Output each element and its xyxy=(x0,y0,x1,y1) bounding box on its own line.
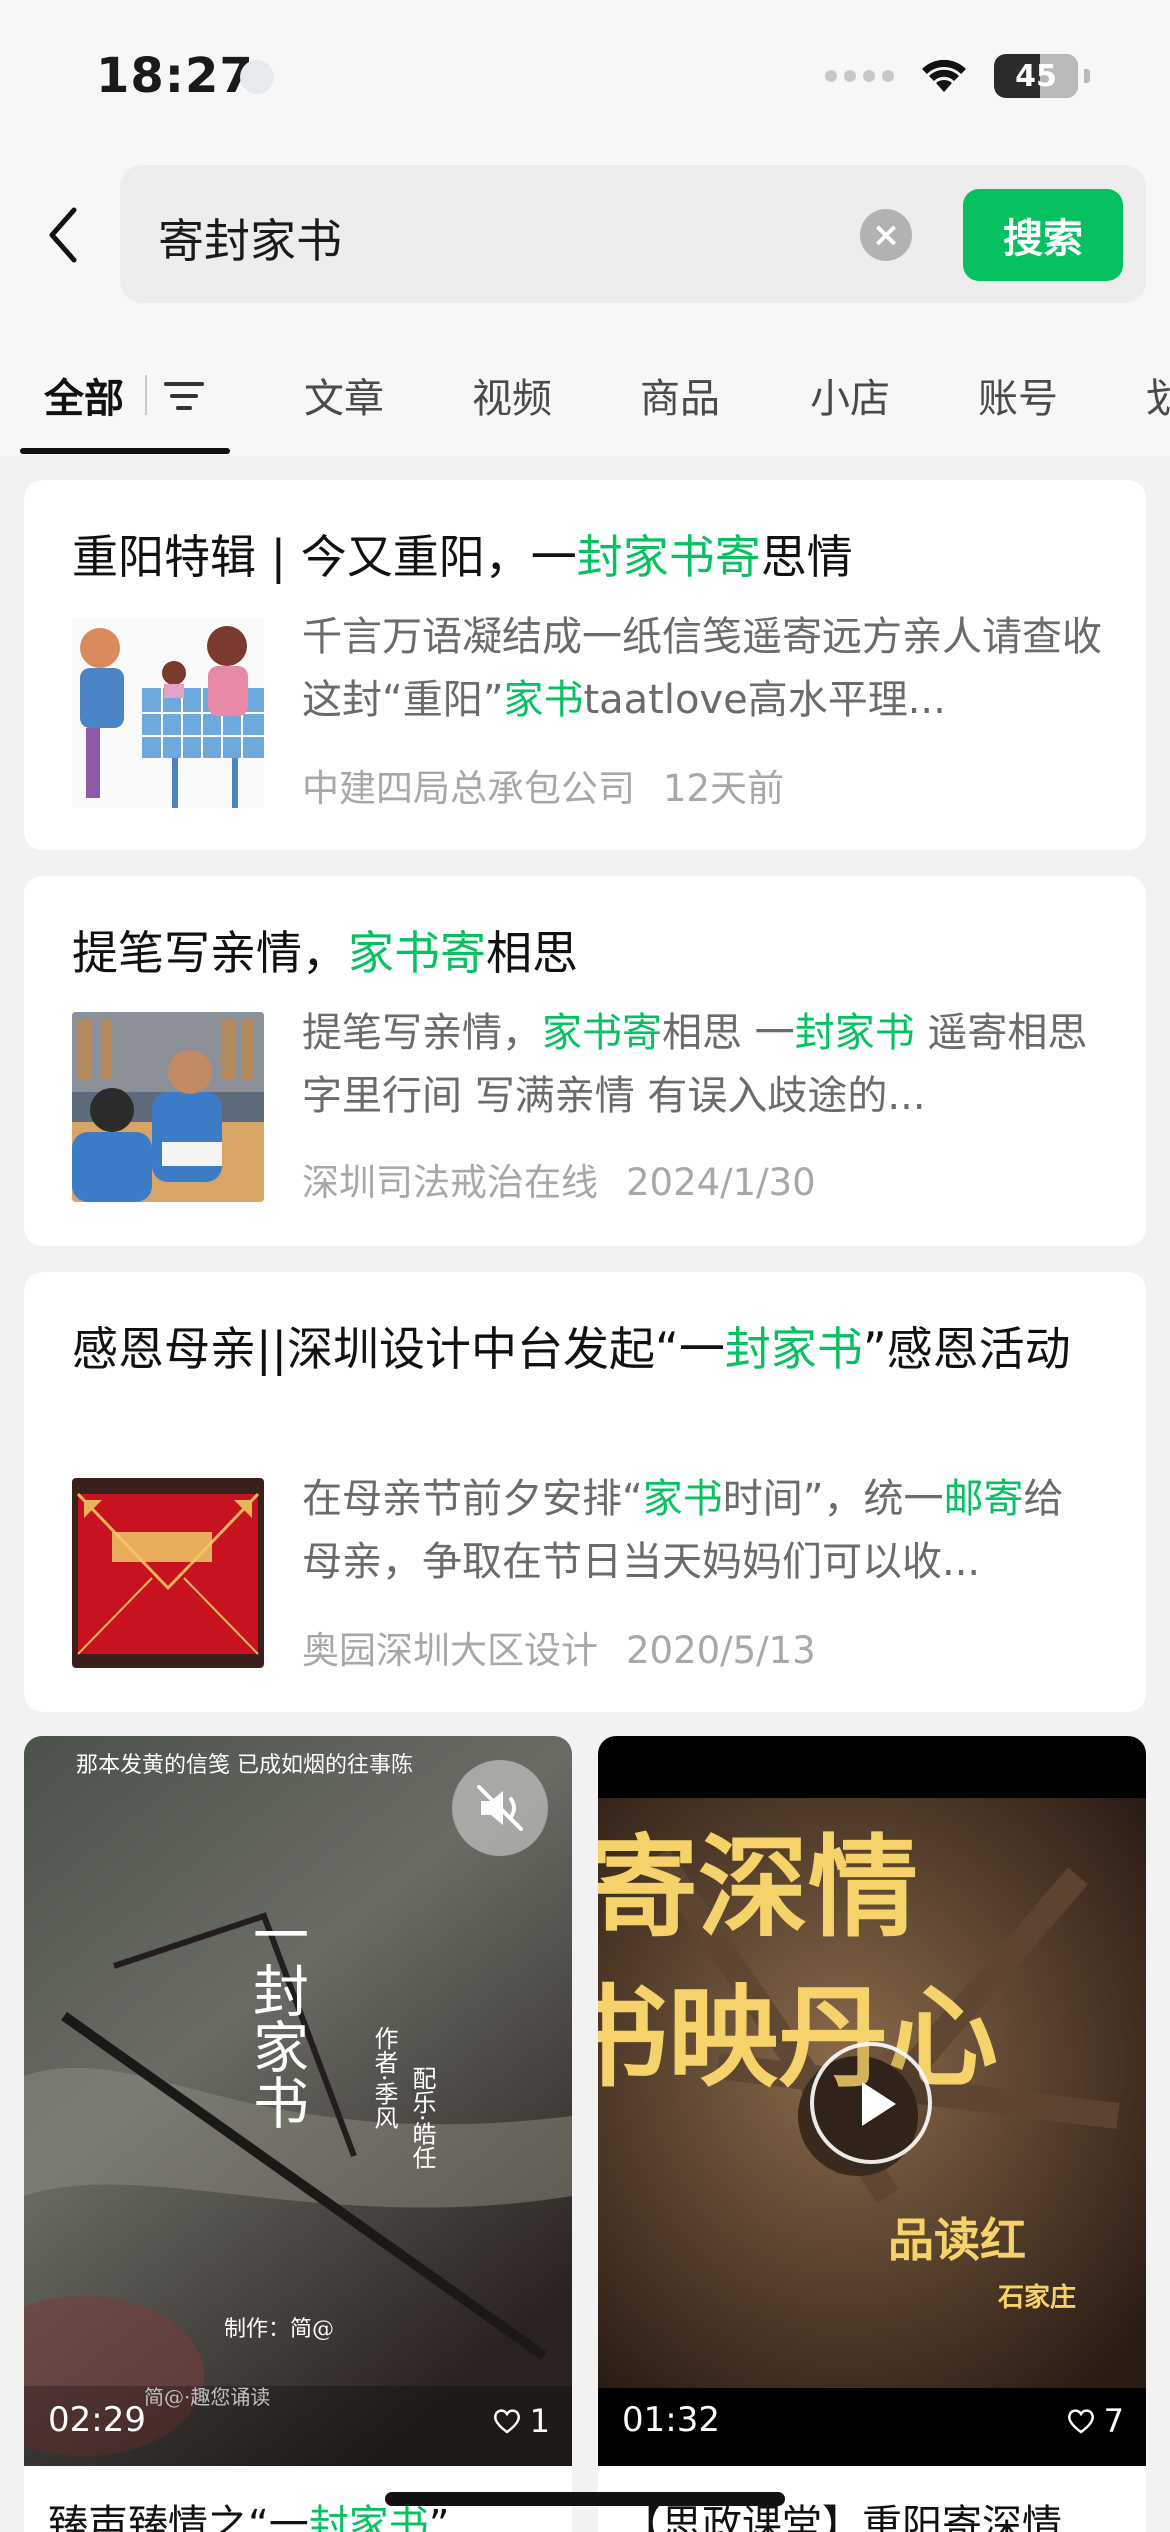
keyword-highlight: 封家书 xyxy=(794,1010,915,1056)
text-segment: 提笔写亲情， xyxy=(72,926,348,980)
text-segment: 提笔写亲情， xyxy=(302,1010,542,1056)
category-tabs: 全部 文章 视频 商品 小店 账号 划 xyxy=(0,340,1170,456)
video-overlay-title: 一封家书 xyxy=(244,1906,309,2130)
battery-icon: 45 xyxy=(994,54,1078,98)
text-segment: taatlove高水平理... xyxy=(583,677,946,723)
video-caption-highlight: 封家书 xyxy=(308,2502,429,2532)
tab-all[interactable]: 全部 xyxy=(44,366,124,424)
status-icons: 45 xyxy=(825,54,1090,98)
article-summary: 在母亲节前夕安排“家书时间”，统一邮寄给母亲，争取在节日当天妈妈们可以收... xyxy=(302,1468,1102,1594)
article-summary: 提笔写亲情，家书寄相思 一封家书 遥寄相思 字里行间 写满亲情 有误入歧途的..… xyxy=(302,1002,1102,1128)
tab-divider xyxy=(145,375,147,415)
video-duration: 01:32 xyxy=(622,2400,720,2440)
text-segment: 思情 xyxy=(760,530,853,584)
video-duration: 02:29 xyxy=(48,2400,146,2440)
wifi-icon xyxy=(922,59,966,92)
article-thumbnail xyxy=(72,618,264,808)
back-arrow-icon[interactable] xyxy=(40,200,90,270)
text-segment: 感恩母亲||深圳设计中台发起“一 xyxy=(72,1322,725,1376)
text-segment: 时间”，统一 xyxy=(722,1476,944,1522)
video-overlay-title: 寄深情 xyxy=(598,1823,918,1952)
article-date: 2020/5/13 xyxy=(626,1629,816,1672)
video-like-count: 7 xyxy=(1103,2402,1124,2440)
location-icon xyxy=(240,60,274,94)
article-source: 深圳司法戒治在线 xyxy=(302,1161,598,1204)
article-source: 奥园深圳大区设计 xyxy=(302,1629,598,1672)
article-date: 12天前 xyxy=(663,767,785,810)
video-caption-post: ” xyxy=(428,2502,450,2532)
video-overlay-title: 书映丹心 xyxy=(598,1973,998,2102)
keyword-highlight: 封家书 xyxy=(724,1322,863,1376)
keyword-highlight: 封家书寄 xyxy=(576,530,761,584)
play-icon[interactable] xyxy=(810,2042,932,2164)
filter-icon[interactable] xyxy=(162,374,206,418)
tab-shops[interactable]: 小店 xyxy=(810,366,890,424)
video-likes: 1 xyxy=(492,2402,550,2440)
text-segment: 在母亲节前夕安排“ xyxy=(302,1476,643,1522)
keyword-highlight: 家书寄 xyxy=(542,1010,662,1056)
heart-icon xyxy=(493,2409,520,2434)
article-date: 2024/1/30 xyxy=(626,1161,816,1204)
article-meta: 深圳司法戒治在线 2024/1/30 xyxy=(302,1152,816,1206)
tab-videos[interactable]: 视频 xyxy=(472,366,552,424)
article-title: 重阳特辑 | 今又重阳，一封家书寄思情 xyxy=(72,522,1112,592)
article-thumbnail xyxy=(72,1478,264,1668)
text-segment: 相思 xyxy=(486,926,578,980)
search-input[interactable]: 寄封家书 xyxy=(158,205,342,271)
video-overlay-credit: 作者·季风 xyxy=(370,2026,398,2130)
video-overlay-credit: 制作：简@ xyxy=(224,2317,334,2342)
tab-more[interactable]: 划 xyxy=(1146,366,1170,424)
video-like-count: 1 xyxy=(529,2402,550,2440)
video-overlay-credit: 配乐·皓任 xyxy=(408,2066,436,2170)
tab-products[interactable]: 商品 xyxy=(640,366,720,424)
battery-cap xyxy=(1084,69,1090,83)
video-caption-pre: 臻声臻情之“一 xyxy=(48,2502,309,2532)
tab-articles[interactable]: 文章 xyxy=(304,366,384,424)
article-title: 感恩母亲||深圳设计中台发起“一封家书”感恩活动 xyxy=(72,1314,1112,1384)
signal-icon xyxy=(825,70,894,82)
keyword-highlight: 家书 xyxy=(642,1476,723,1522)
mute-icon[interactable] xyxy=(452,1760,548,1856)
keyword-highlight: 家书 xyxy=(503,677,584,723)
article-card[interactable]: 重阳特辑 | 今又重阳，一封家书寄思情 千言万语凝结成一纸信笺遥寄远方亲人请查收… xyxy=(24,480,1146,850)
article-meta: 中建四局总承包公司 12天前 xyxy=(302,758,784,812)
home-indicator xyxy=(385,2492,785,2506)
video-card[interactable]: 寄深情 书映丹心 品读红 石家庄 01:32 7 xyxy=(598,1736,1146,2466)
search-button[interactable]: 搜索 xyxy=(963,189,1123,281)
text-segment: ”感恩活动 xyxy=(862,1322,1071,1376)
search-box[interactable]: 寄封家书 × 搜索 xyxy=(120,165,1146,303)
article-title: 提笔写亲情，家书寄相思 xyxy=(72,918,1112,988)
video-overlay-subtitle: 品读红 xyxy=(888,2213,1026,2267)
status-time: 18:27 xyxy=(96,48,254,104)
heart-icon xyxy=(1067,2409,1094,2434)
keyword-highlight: 家书寄 xyxy=(348,926,486,980)
keyword-highlight: 邮寄 xyxy=(943,1476,1024,1522)
video-overlay-subtitle: 石家庄 xyxy=(997,2282,1076,2313)
article-summary: 千言万语凝结成一纸信笺遥寄远方亲人请查收这封“重阳”家书taatlove高水平理… xyxy=(302,606,1102,732)
video-card[interactable]: 那本发黄的信笺 已成如烟的往事陈 一封家书 作者·季风 配乐·皓任 制作：简@ … xyxy=(24,1736,572,2466)
text-segment: 相思 一 xyxy=(662,1010,795,1056)
text-segment: 重阳特辑 | 今又重阳，一 xyxy=(72,530,577,584)
article-card[interactable]: 提笔写亲情，家书寄相思 提笔写亲情，家书寄相思 一封家书 遥寄相思 字里行间 写… xyxy=(24,876,1146,1246)
video-overlay-text: 那本发黄的信笺 已成如烟的往事陈 xyxy=(76,1753,413,1778)
video-likes: 7 xyxy=(1066,2402,1124,2440)
tab-accounts[interactable]: 账号 xyxy=(978,366,1058,424)
active-tab-indicator xyxy=(20,448,230,454)
article-card[interactable]: 感恩母亲||深圳设计中台发起“一封家书”感恩活动 在母亲节前夕安排“家书时间”，… xyxy=(24,1272,1146,1712)
battery-level: 45 xyxy=(1015,59,1057,94)
article-meta: 奥园深圳大区设计 2020/5/13 xyxy=(302,1620,816,1674)
clear-search-icon[interactable]: × xyxy=(860,209,912,261)
article-thumbnail xyxy=(72,1012,264,1202)
article-source: 中建四局总承包公司 xyxy=(302,767,635,810)
